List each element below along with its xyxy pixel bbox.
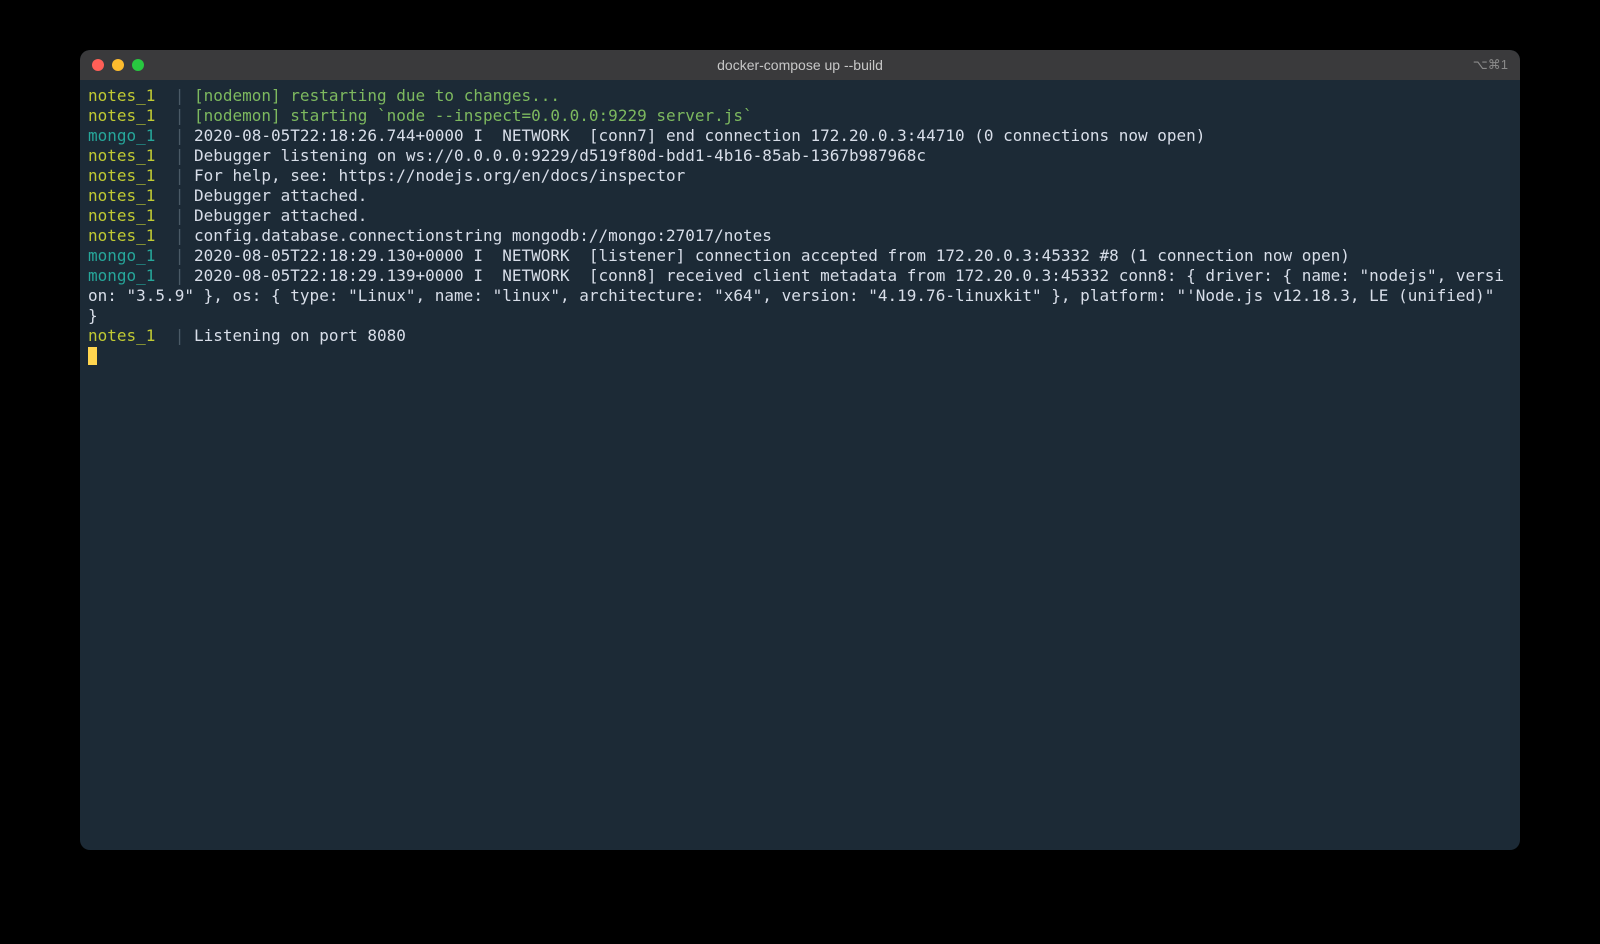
pipe-separator: | [155,246,194,265]
log-message: Debugger attached. [194,186,367,205]
service-label-notes: notes_1 [88,86,155,105]
service-label-notes: notes_1 [88,206,155,225]
window-title: docker-compose up --build [80,57,1520,73]
log-line: notes_1 | [nodemon] restarting due to ch… [88,86,1512,106]
log-message: config.database.connectionstring mongodb… [194,226,772,245]
log-line: notes_1 | Debugger attached. [88,186,1512,206]
service-label-notes: notes_1 [88,186,155,205]
pipe-separator: | [155,166,194,185]
pipe-separator: | [155,86,194,105]
log-line: mongo_1 | 2020-08-05T22:18:29.130+0000 I… [88,246,1512,266]
terminal-cursor [88,347,97,365]
pipe-separator: | [155,226,194,245]
close-button[interactable] [92,59,104,71]
log-line: notes_1 | [nodemon] starting `node --ins… [88,106,1512,126]
service-label-mongo: mongo_1 [88,266,155,285]
service-label-notes: notes_1 [88,166,155,185]
cursor-line [88,346,1512,366]
log-line: notes_1 | For help, see: https://nodejs.… [88,166,1512,186]
pipe-separator: | [155,146,194,165]
terminal-window: docker-compose up --build ⌥⌘1 notes_1 | … [80,50,1520,850]
service-label-mongo: mongo_1 [88,126,155,145]
log-line: notes_1 | Debugger attached. [88,206,1512,226]
log-message: Debugger listening on ws://0.0.0.0:9229/… [194,146,926,165]
log-line: notes_1 | config.database.connectionstri… [88,226,1512,246]
service-label-notes: notes_1 [88,226,155,245]
service-label-notes: notes_1 [88,106,155,125]
pipe-separator: | [155,126,194,145]
service-label-mongo: mongo_1 [88,246,155,265]
log-message: 2020-08-05T22:18:29.130+0000 I NETWORK [… [194,246,1350,265]
log-message: [nodemon] restarting due to changes... [194,86,560,105]
pipe-separator: | [155,206,194,225]
minimize-button[interactable] [112,59,124,71]
pipe-separator: | [155,186,194,205]
terminal-output[interactable]: notes_1 | [nodemon] restarting due to ch… [80,80,1520,850]
pipe-separator: | [155,326,194,345]
service-label-notes: notes_1 [88,146,155,165]
log-line: mongo_1 | 2020-08-05T22:18:29.139+0000 I… [88,266,1512,326]
service-label-notes: notes_1 [88,326,155,345]
log-message: 2020-08-05T22:18:26.744+0000 I NETWORK [… [194,126,1205,145]
log-message: Debugger attached. [194,206,367,225]
log-line: notes_1 | Listening on port 8080 [88,326,1512,346]
pipe-separator: | [155,266,194,285]
log-message: 2020-08-05T22:18:29.139+0000 I NETWORK [… [88,266,1504,325]
log-line: notes_1 | Debugger listening on ws://0.0… [88,146,1512,166]
traffic-lights [80,59,144,71]
log-line: mongo_1 | 2020-08-05T22:18:26.744+0000 I… [88,126,1512,146]
log-message: Listening on port 8080 [194,326,406,345]
maximize-button[interactable] [132,59,144,71]
log-message: [nodemon] starting `node --inspect=0.0.0… [194,106,753,125]
log-message: For help, see: https://nodejs.org/en/doc… [194,166,685,185]
pipe-separator: | [155,106,194,125]
window-shortcut-label: ⌥⌘1 [1473,57,1508,73]
titlebar: docker-compose up --build ⌥⌘1 [80,50,1520,80]
